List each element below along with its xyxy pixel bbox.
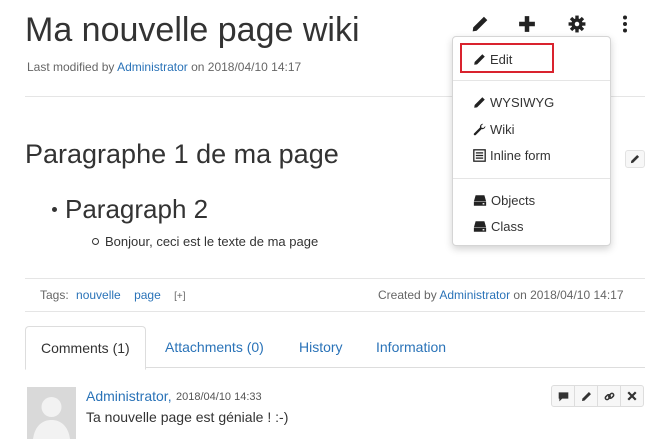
tab-label: Attachments [165, 339, 243, 355]
hdd-icon [473, 194, 487, 206]
last-modified-prefix: Last modified by [27, 60, 115, 74]
delete-comment-button[interactable] [621, 386, 643, 406]
bullet-circle-icon [92, 238, 99, 246]
admin-button[interactable] [563, 10, 591, 38]
tab-comments[interactable]: Comments (1) [25, 326, 146, 370]
menu-divider [453, 178, 610, 179]
menu-item-label: Inline form [490, 147, 551, 163]
more-actions-button[interactable] [611, 10, 639, 38]
list-item-text: Paragraph 2 [65, 194, 209, 224]
list-item: Paragraph 2 [52, 194, 208, 224]
tab-information[interactable]: Information [376, 326, 446, 368]
comment-date: 2018/04/10 14:33 [176, 391, 262, 403]
tab-label: Comments [41, 340, 109, 356]
tab-history[interactable]: History [299, 326, 343, 368]
pencil-icon [581, 391, 591, 401]
created-prefix: Created by [378, 288, 437, 302]
user-silhouette-icon [27, 387, 76, 439]
comment-icon [558, 391, 568, 401]
last-modified-user-link[interactable]: Administrator [117, 60, 188, 74]
pencil-icon [474, 96, 485, 108]
comment-author-link[interactable]: Administrator, [86, 388, 172, 404]
pencil-icon [630, 154, 640, 164]
menu-item-label: Wiki [490, 121, 515, 137]
created-by-meta: Created by Administrator on 2018/04/10 1… [378, 288, 624, 302]
menu-item-wysiwyg[interactable]: WYSIWYG [473, 92, 554, 112]
content-divider [25, 278, 645, 279]
edit-comment-button[interactable] [575, 386, 598, 406]
edit-button[interactable] [466, 10, 494, 38]
gear-icon [568, 15, 586, 33]
hdd-icon [473, 220, 487, 232]
menu-item-label: Objects [491, 192, 536, 208]
reply-button[interactable] [552, 386, 575, 406]
tag-link[interactable]: page [134, 288, 161, 302]
tags-bar: Tags: nouvelle page [+] [40, 288, 186, 302]
avatar [27, 387, 76, 439]
list-item: Bonjour, ceci est le texte de ma page [92, 234, 318, 249]
menu-item-label: Class [491, 218, 524, 234]
pencil-icon [472, 16, 488, 32]
form-icon [473, 148, 486, 162]
comment-text: Ta nouvelle page est géniale ! :-) [86, 409, 289, 425]
created-date: on 2018/04/10 14:17 [513, 288, 624, 302]
tags-divider [25, 311, 645, 312]
last-modified-date: on 2018/04/10 14:17 [191, 60, 302, 74]
add-tag-button[interactable]: [+] [174, 291, 185, 302]
menu-item-wiki[interactable]: Wiki [473, 119, 515, 139]
menu-item-class[interactable]: Class [473, 216, 524, 236]
comment-actions [551, 385, 644, 407]
wrench-icon [473, 123, 486, 135]
pencil-icon [474, 53, 485, 65]
link-icon [604, 392, 614, 400]
menu-item-edit[interactable]: Edit [473, 49, 512, 69]
edit-dropdown-menu: Edit WYSIWYG Wiki Inline form Objects Cl… [452, 36, 611, 246]
content-heading: Paragraphe 1 de ma page [25, 139, 339, 169]
bullet-dot-icon [52, 206, 57, 212]
doc-extra-tabs: Comments (1) Attachments (0) History Inf… [25, 326, 645, 370]
last-modified-meta: Last modified by Administrator on 2018/0… [27, 60, 301, 74]
created-user-link[interactable]: Administrator [439, 288, 510, 302]
page-title: Ma nouvelle page wiki [25, 11, 360, 49]
menu-item-label: Edit [490, 51, 513, 67]
menu-item-inline-form[interactable]: Inline form [473, 145, 551, 165]
tab-label: History [299, 339, 343, 355]
tab-count: (1) [112, 340, 130, 356]
section-edit-button[interactable] [625, 150, 645, 168]
menu-item-objects[interactable]: Objects [473, 190, 535, 210]
add-page-button[interactable] [513, 10, 541, 38]
list-item-text: Bonjour, ceci est le texte de ma page [105, 234, 319, 249]
permalink-button[interactable] [598, 386, 621, 406]
tag-link[interactable]: nouvelle [76, 288, 121, 302]
menu-item-label: WYSIWYG [490, 94, 555, 110]
close-icon [627, 391, 637, 401]
tab-count: (0) [246, 339, 264, 355]
plus-icon [519, 16, 535, 32]
tab-attachments[interactable]: Attachments (0) [165, 326, 264, 368]
tags-label: Tags: [40, 288, 69, 302]
vertical-dots-icon [623, 15, 627, 33]
menu-divider [453, 80, 610, 81]
tab-label: Information [376, 339, 447, 355]
